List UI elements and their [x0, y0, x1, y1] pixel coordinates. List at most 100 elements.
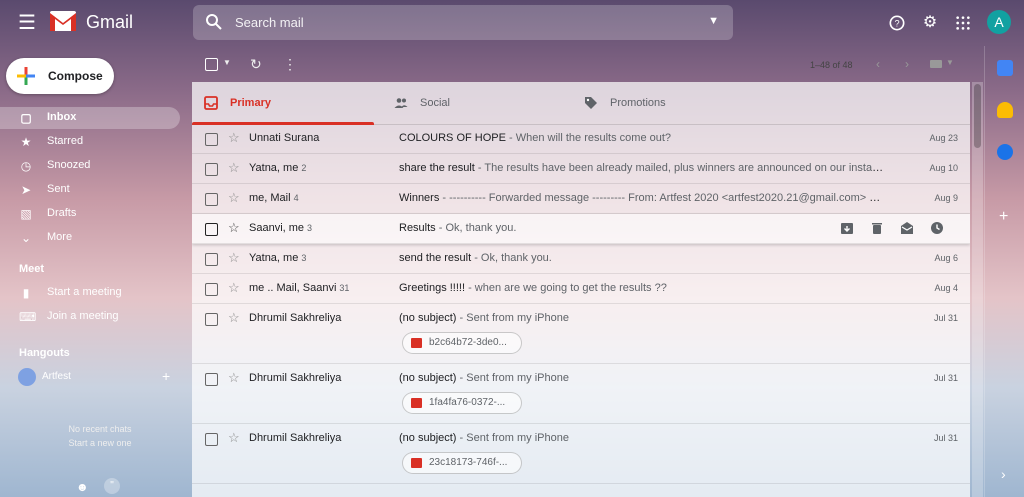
- row-checkbox[interactable]: [205, 433, 218, 446]
- tab-label: Primary: [230, 97, 271, 109]
- star-outline-icon[interactable]: ☆: [228, 430, 240, 446]
- join-meeting-item[interactable]: ⌨ Join a meeting: [0, 306, 180, 328]
- expand-panel-chevron-icon[interactable]: ›: [1001, 466, 1006, 482]
- main-menu-button[interactable]: ☰: [14, 10, 40, 36]
- email-date: Jul 31: [933, 313, 958, 323]
- row-hover-actions: [840, 221, 960, 237]
- star-outline-icon[interactable]: ☆: [228, 220, 240, 236]
- star-outline-icon[interactable]: ☆: [228, 310, 240, 326]
- sidebar-item-inbox[interactable]: ▢ Inbox: [0, 107, 180, 129]
- sidebar-item-snoozed[interactable]: ◷ Snoozed: [0, 155, 180, 177]
- tab-promotions[interactable]: Promotions: [572, 82, 754, 124]
- hangouts-user-name: Artfest: [42, 371, 71, 382]
- compose-button[interactable]: Compose: [6, 58, 114, 94]
- email-row[interactable]: ☆ me .. Mail, Saanvi 31 Greetings !!!!! -…: [192, 274, 970, 304]
- mark-read-icon[interactable]: [900, 221, 914, 235]
- image-file-icon: [411, 458, 422, 468]
- row-checkbox[interactable]: [205, 283, 218, 296]
- email-row[interactable]: ☆ me, Mail 4 Winners - ---------- Forward…: [192, 184, 970, 214]
- email-date: Aug 9: [934, 193, 958, 203]
- tab-social[interactable]: Social: [382, 82, 564, 124]
- row-checkbox[interactable]: [205, 163, 218, 176]
- star-outline-icon[interactable]: ☆: [228, 130, 240, 146]
- row-checkbox[interactable]: [205, 313, 218, 326]
- list-scrollbar-thumb[interactable]: [974, 84, 981, 148]
- refresh-icon[interactable]: ↻: [250, 56, 262, 73]
- star-icon: ★: [20, 135, 32, 149]
- tasks-icon[interactable]: [997, 144, 1013, 160]
- email-row[interactable]: ☆ Dhrumil Sakhreliya (no subject) - Sent…: [192, 364, 970, 424]
- sidebar-item-label: Inbox: [47, 111, 77, 123]
- apps-grid-icon[interactable]: [951, 11, 975, 35]
- email-row[interactable]: ☆ Dhrumil Sakhreliya (no subject) - Sent…: [192, 424, 970, 484]
- start-meeting-item[interactable]: ▮ Start a meeting: [0, 282, 180, 304]
- select-dropdown-icon[interactable]: ▼: [223, 58, 231, 67]
- sidebar-item-label: Sent: [47, 183, 70, 195]
- row-checkbox[interactable]: [205, 373, 218, 386]
- sidebar-item-starred[interactable]: ★ Starred: [0, 131, 180, 153]
- add-chat-icon[interactable]: +: [162, 368, 170, 384]
- email-sender: Dhrumil Sakhreliya: [249, 372, 342, 384]
- email-list-panel: Primary Social Promotions ☆ Unnati Suran…: [192, 82, 970, 497]
- account-avatar[interactable]: A: [987, 10, 1011, 34]
- sidebar-item-label: More: [47, 231, 73, 243]
- hangouts-quote-icon[interactable]: ": [104, 478, 120, 494]
- previous-page-icon[interactable]: ‹: [876, 57, 880, 71]
- attachment-chip[interactable]: 23c18173-746f-...: [402, 452, 522, 474]
- email-row[interactable]: ☆ Unnati Surana COLOURS OF HOPE - When w…: [192, 124, 970, 154]
- star-outline-icon[interactable]: ☆: [228, 160, 240, 176]
- email-row[interactable]: ☆ Dhrumil Sakhreliya (no subject) - Sent…: [192, 304, 970, 364]
- attachment-chip[interactable]: b2c64b72-3de0...: [402, 332, 522, 354]
- row-checkbox[interactable]: [205, 193, 218, 206]
- delete-icon[interactable]: [870, 221, 884, 235]
- sidebar-item-more[interactable]: ⌄ More: [0, 227, 180, 249]
- attachment-chip[interactable]: 1fa4fa76-0372-...: [402, 392, 522, 414]
- email-subject: send the result - Ok, thank you.: [399, 252, 552, 264]
- hangouts-avatar: [18, 368, 36, 386]
- row-checkbox[interactable]: [205, 223, 218, 236]
- email-row[interactable]: ☆ Yatna, me 2 share the result - The resu…: [192, 154, 970, 184]
- sidebar-item-sent[interactable]: ➤ Sent: [0, 179, 180, 201]
- search-icon[interactable]: [205, 13, 223, 31]
- email-date: Aug 23: [929, 133, 958, 143]
- star-outline-icon[interactable]: ☆: [228, 370, 240, 386]
- send-icon: ➤: [20, 183, 32, 197]
- star-outline-icon[interactable]: ☆: [228, 280, 240, 296]
- email-row[interactable]: ☆ Yatna, me 3 send the result - Ok, thank…: [192, 244, 970, 274]
- keep-icon[interactable]: [997, 102, 1013, 118]
- archive-icon[interactable]: [840, 221, 854, 235]
- person-icon[interactable]: ☻: [76, 480, 89, 494]
- input-tools-icon[interactable]: [930, 60, 942, 68]
- attachment-name: b2c64b72-3de0...: [429, 337, 507, 348]
- hangouts-user[interactable]: Artfest +: [18, 368, 178, 386]
- email-sender: Unnati Surana: [249, 132, 320, 144]
- star-outline-icon[interactable]: ☆: [228, 190, 240, 206]
- attachment-name: 23c18173-746f-...: [429, 457, 508, 468]
- email-subject: (no subject) - Sent from my iPhone: [399, 372, 569, 384]
- calendar-icon[interactable]: [997, 60, 1013, 76]
- input-tools-dropdown-icon[interactable]: ▼: [946, 58, 954, 67]
- get-addons-plus-icon[interactable]: +: [999, 208, 1008, 226]
- email-date: Jul 31: [933, 373, 958, 383]
- row-checkbox[interactable]: [205, 253, 218, 266]
- email-subject: (no subject) - Sent from my iPhone: [399, 312, 569, 324]
- people-icon: [394, 98, 408, 108]
- search-input[interactable]: Search mail: [235, 15, 304, 30]
- email-row-hovered[interactable]: ☆ Saanvi, me 3 Results - Ok, thank you.: [192, 214, 970, 244]
- no-chats-message: No recent chats Start a new one: [40, 422, 160, 450]
- star-outline-icon[interactable]: ☆: [228, 250, 240, 266]
- tab-primary[interactable]: Primary: [192, 82, 374, 125]
- settings-gear-icon[interactable]: ⚙: [918, 11, 942, 35]
- next-page-icon[interactable]: ›: [905, 57, 909, 71]
- search-options-icon[interactable]: ▼: [708, 15, 719, 27]
- sidebar-item-drafts[interactable]: ▧ Drafts: [0, 203, 180, 225]
- select-all-checkbox[interactable]: [205, 58, 218, 71]
- snooze-clock-icon[interactable]: [930, 221, 944, 235]
- more-options-icon[interactable]: ⋮: [283, 56, 297, 73]
- inbox-icon: ▢: [20, 111, 32, 125]
- side-panel: + ›: [984, 46, 1024, 497]
- start-new-chat-link[interactable]: Start a new one: [40, 436, 160, 450]
- help-icon[interactable]: ?: [885, 11, 909, 35]
- row-checkbox[interactable]: [205, 133, 218, 146]
- search-bar[interactable]: Search mail ▼: [193, 5, 733, 40]
